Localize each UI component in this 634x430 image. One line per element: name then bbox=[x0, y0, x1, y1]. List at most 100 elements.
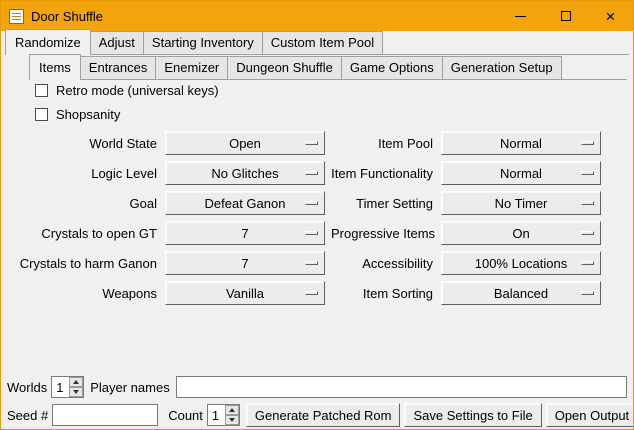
timer-setting-value: No Timer bbox=[495, 196, 548, 211]
accessibility-label: Accessibility bbox=[331, 256, 435, 271]
crystals-open-gt-label: Crystals to open GT bbox=[9, 226, 159, 241]
open-output-directory-button[interactable]: Open Output Directory bbox=[546, 403, 634, 427]
seed-row: Seed # Count 1 Generate Patched Rom Save… bbox=[7, 403, 629, 427]
worlds-spin-up-button[interactable] bbox=[69, 377, 83, 387]
close-button[interactable]: × bbox=[588, 1, 633, 31]
retro-mode-checkbox-row[interactable]: Retro mode (universal keys) bbox=[35, 81, 219, 99]
arrow-up-icon bbox=[73, 380, 79, 384]
sub-tabstrip: Items Entrances Enemizer Dungeon Shuffle… bbox=[29, 57, 627, 80]
player-names-label: Player names bbox=[90, 380, 169, 395]
progressive-items-label: Progressive Items bbox=[331, 226, 435, 241]
tab-enemizer[interactable]: Enemizer bbox=[155, 56, 228, 79]
item-functionality-value: Normal bbox=[500, 166, 542, 181]
menubutton-indicator-icon bbox=[581, 231, 594, 235]
world-state-value: Open bbox=[229, 136, 261, 151]
item-functionality-dropdown[interactable]: Normal bbox=[441, 161, 601, 185]
count-spinbox[interactable]: 1 bbox=[207, 404, 240, 426]
window-title: Door Shuffle bbox=[31, 9, 103, 24]
retro-mode-label: Retro mode (universal keys) bbox=[56, 83, 219, 98]
tab-randomize[interactable]: Randomize bbox=[5, 29, 91, 55]
crystals-harm-ganon-value: 7 bbox=[241, 256, 248, 271]
crystals-open-gt-value: 7 bbox=[241, 226, 248, 241]
logic-level-value: No Glitches bbox=[211, 166, 278, 181]
shopsanity-label: Shopsanity bbox=[56, 107, 120, 122]
shopsanity-checkbox[interactable] bbox=[35, 108, 48, 121]
item-sorting-dropdown[interactable]: Balanced bbox=[441, 281, 601, 305]
progressive-items-value: On bbox=[512, 226, 529, 241]
accessibility-value: 100% Locations bbox=[475, 256, 568, 271]
accessibility-dropdown[interactable]: 100% Locations bbox=[441, 251, 601, 275]
minimize-icon bbox=[515, 16, 526, 17]
minimize-button[interactable] bbox=[498, 1, 543, 31]
logic-level-label: Logic Level bbox=[9, 166, 159, 181]
arrow-down-icon bbox=[229, 418, 235, 422]
arrow-up-icon bbox=[229, 408, 235, 412]
menubutton-indicator-icon bbox=[305, 231, 318, 235]
tab-starting-inventory[interactable]: Starting Inventory bbox=[143, 31, 263, 54]
tab-dungeon-shuffle[interactable]: Dungeon Shuffle bbox=[227, 56, 342, 79]
menubutton-indicator-icon bbox=[305, 141, 318, 145]
item-pool-value: Normal bbox=[500, 136, 542, 151]
item-sorting-value: Balanced bbox=[494, 286, 548, 301]
seed-input[interactable] bbox=[52, 404, 158, 426]
menubutton-indicator-icon bbox=[305, 171, 318, 175]
options-grid: World State Open Item Pool Normal Logic … bbox=[9, 131, 601, 305]
goal-dropdown[interactable]: Defeat Ganon bbox=[165, 191, 325, 215]
tab-game-options[interactable]: Game Options bbox=[341, 56, 443, 79]
goal-label: Goal bbox=[9, 196, 159, 211]
count-spin-up-button[interactable] bbox=[225, 405, 239, 415]
timer-setting-dropdown[interactable]: No Timer bbox=[441, 191, 601, 215]
titlebar[interactable]: Door Shuffle × bbox=[1, 1, 633, 31]
menubutton-indicator-icon bbox=[581, 291, 594, 295]
seed-label: Seed # bbox=[7, 408, 48, 423]
weapons-value: Vanilla bbox=[226, 286, 264, 301]
menubutton-indicator-icon bbox=[305, 261, 318, 265]
menubutton-indicator-icon bbox=[305, 201, 318, 205]
crystals-harm-ganon-label: Crystals to harm Ganon bbox=[9, 256, 159, 271]
item-pool-label: Item Pool bbox=[331, 136, 435, 151]
maximize-button[interactable] bbox=[543, 1, 588, 31]
shopsanity-checkbox-row[interactable]: Shopsanity bbox=[35, 105, 120, 123]
count-label: Count bbox=[168, 408, 203, 423]
worlds-value[interactable]: 1 bbox=[52, 377, 69, 397]
arrow-down-icon bbox=[73, 390, 79, 394]
tab-items[interactable]: Items bbox=[29, 54, 81, 80]
player-names-input[interactable] bbox=[176, 376, 627, 398]
item-sorting-label: Item Sorting bbox=[331, 286, 435, 301]
weapons-label: Weapons bbox=[9, 286, 159, 301]
menubutton-indicator-icon bbox=[581, 261, 594, 265]
maximize-icon bbox=[561, 11, 571, 21]
goal-value: Defeat Ganon bbox=[205, 196, 286, 211]
worlds-spin-down-button[interactable] bbox=[69, 387, 83, 397]
generate-patched-rom-button[interactable]: Generate Patched Rom bbox=[246, 403, 401, 427]
menubutton-indicator-icon bbox=[581, 171, 594, 175]
tab-custom-item-pool[interactable]: Custom Item Pool bbox=[262, 31, 383, 54]
crystals-harm-ganon-dropdown[interactable]: 7 bbox=[165, 251, 325, 275]
close-icon: × bbox=[606, 8, 616, 25]
door-shuffle-window: Door Shuffle × Randomize Adjust Starting… bbox=[0, 0, 634, 430]
timer-setting-label: Timer Setting bbox=[331, 196, 435, 211]
progressive-items-dropdown[interactable]: On bbox=[441, 221, 601, 245]
app-icon bbox=[9, 9, 24, 24]
menubutton-indicator-icon bbox=[581, 201, 594, 205]
menubutton-indicator-icon bbox=[305, 291, 318, 295]
menubutton-indicator-icon bbox=[581, 141, 594, 145]
item-functionality-label: Item Functionality bbox=[331, 166, 435, 181]
tab-generation-setup[interactable]: Generation Setup bbox=[442, 56, 562, 79]
main-tabstrip: Randomize Adjust Starting Inventory Cust… bbox=[5, 32, 629, 55]
worlds-spinbox[interactable]: 1 bbox=[51, 376, 84, 398]
crystals-open-gt-dropdown[interactable]: 7 bbox=[165, 221, 325, 245]
world-state-dropdown[interactable]: Open bbox=[165, 131, 325, 155]
tab-adjust[interactable]: Adjust bbox=[90, 31, 144, 54]
count-spin-down-button[interactable] bbox=[225, 415, 239, 425]
world-state-label: World State bbox=[9, 136, 159, 151]
worlds-row: Worlds 1 Player names bbox=[7, 375, 627, 399]
count-value[interactable]: 1 bbox=[208, 405, 225, 425]
retro-mode-checkbox[interactable] bbox=[35, 84, 48, 97]
item-pool-dropdown[interactable]: Normal bbox=[441, 131, 601, 155]
tab-entrances[interactable]: Entrances bbox=[80, 56, 157, 79]
worlds-label: Worlds bbox=[7, 380, 47, 395]
weapons-dropdown[interactable]: Vanilla bbox=[165, 281, 325, 305]
logic-level-dropdown[interactable]: No Glitches bbox=[165, 161, 325, 185]
save-settings-button[interactable]: Save Settings to File bbox=[404, 403, 541, 427]
